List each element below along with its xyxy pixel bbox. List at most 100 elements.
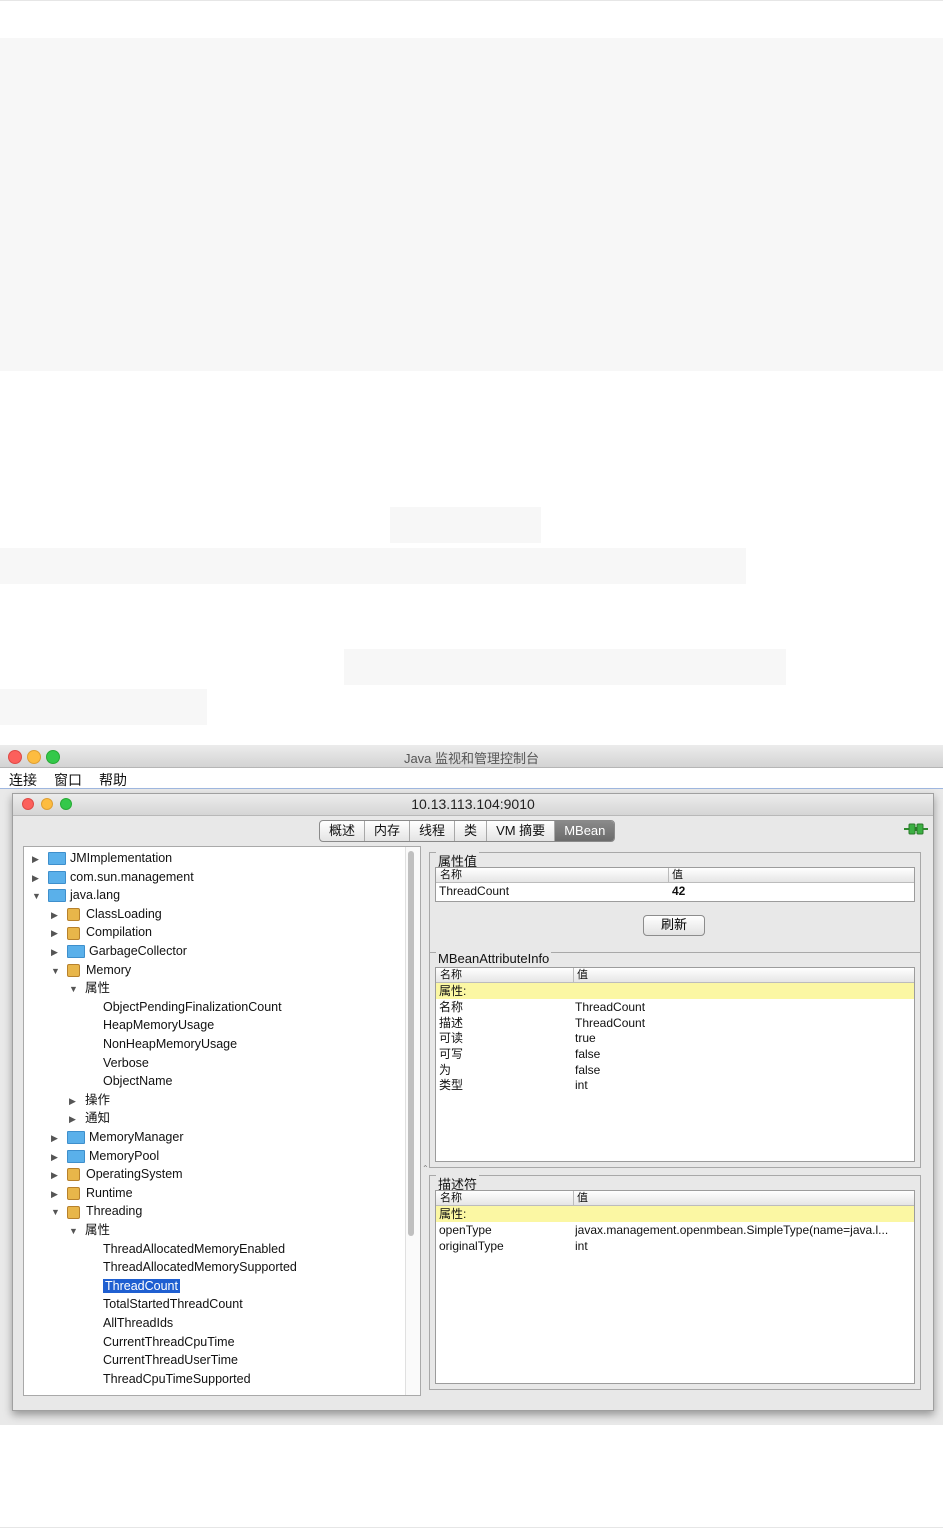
table-row[interactable]: 为 false xyxy=(436,1062,914,1078)
tree-node[interactable]: ▼ java.lang xyxy=(32,886,120,904)
expand-arrow-icon[interactable]: ▶ xyxy=(51,906,61,924)
table-row[interactable]: openType javax.management.openmbean.Simp… xyxy=(436,1222,914,1238)
table-row[interactable]: 可写 false xyxy=(436,1046,914,1062)
expand-arrow-icon[interactable]: ▶ xyxy=(51,924,61,942)
expand-arrow-icon[interactable]: ▶ xyxy=(51,1185,61,1203)
refresh-button[interactable]: 刷新 xyxy=(643,915,705,936)
tree-node[interactable]: ▼ Memory xyxy=(51,961,131,979)
tree-node-label: GarbageCollector xyxy=(89,944,187,958)
tree-node-label: Threading xyxy=(86,1204,143,1219)
info-name-cell: 可读 xyxy=(439,1031,464,1045)
tree-node[interactable]: ▼ Threading xyxy=(51,1202,142,1220)
content-placeholder-block xyxy=(0,38,943,371)
tab-threads[interactable]: 线程 xyxy=(410,821,456,841)
table-row[interactable]: ThreadCount 42 xyxy=(436,883,914,899)
tree-node[interactable]: ▼ 属性 xyxy=(69,1221,110,1239)
expand-arrow-icon[interactable]: ▶ xyxy=(51,1129,61,1147)
tree-node[interactable]: ▶ 通知 xyxy=(69,1109,110,1127)
tree-node-label: CurrentThreadUserTime xyxy=(103,1353,238,1368)
expand-arrow-icon[interactable]: ▶ xyxy=(32,850,42,868)
attr-value-cell[interactable]: 42 xyxy=(672,883,685,899)
expand-arrow-icon[interactable]: ▶ xyxy=(51,1148,61,1166)
collapse-arrow-icon[interactable]: ▼ xyxy=(32,887,42,905)
column-header-value[interactable]: 值 xyxy=(573,968,588,982)
collapse-arrow-icon[interactable]: ▼ xyxy=(69,980,79,998)
menu-help[interactable]: 帮助 xyxy=(99,770,127,790)
tree-node-label: NonHeapMemoryUsage xyxy=(103,1037,238,1051)
tree-node[interactable]: AllThreadIds xyxy=(103,1314,173,1332)
info-name-cell: 类型 xyxy=(439,1078,464,1092)
tree-node[interactable]: ▶ com.sun.management xyxy=(32,868,194,886)
tab-mbean[interactable]: MBean xyxy=(555,821,615,841)
tree-node[interactable]: ThreadAllocatedMemorySupported xyxy=(103,1258,297,1276)
column-header-name[interactable]: 名称 xyxy=(440,868,462,882)
tree-node[interactable]: ThreadAllocatedMemoryEnabled xyxy=(103,1240,285,1258)
expand-arrow-icon[interactable]: ▶ xyxy=(69,1092,79,1110)
tab-vm-summary[interactable]: VM 摘要 xyxy=(487,821,556,841)
expand-arrow-icon[interactable]: ▶ xyxy=(32,869,42,887)
tree-node[interactable]: ▶ JMImplementation xyxy=(32,849,172,867)
collapse-arrow-icon[interactable]: ▼ xyxy=(69,1222,79,1240)
tree-scrollbar-thumb[interactable] xyxy=(408,851,414,1236)
mbean-tree[interactable]: ▶ JMImplementation ▶ com.sun.management ▼ jav… xyxy=(23,846,421,1396)
column-header-value[interactable]: 值 xyxy=(668,868,683,882)
tree-node[interactable]: ▶ MemoryManager xyxy=(51,1128,183,1146)
descriptor-name-cell: originalType xyxy=(439,1239,504,1253)
column-header-value[interactable]: 值 xyxy=(573,1191,588,1205)
table-header: 名称 值 xyxy=(436,1191,914,1206)
section-label: 属性: xyxy=(439,984,467,998)
table-row[interactable]: 可读 true xyxy=(436,1030,914,1046)
info-value-cell: false xyxy=(575,1047,601,1061)
collapse-arrow-icon[interactable]: ▼ xyxy=(51,1203,61,1221)
tab-bar: 概述 内存 线程 类 VM 摘要 MBean xyxy=(319,820,616,842)
tree-node[interactable]: ThreadCpuTimeSupported xyxy=(103,1370,251,1388)
tab-classes[interactable]: 类 xyxy=(455,821,488,841)
tree-node[interactable]: ▶ OperatingSystem xyxy=(51,1165,183,1183)
table-row[interactable]: 名称 ThreadCount xyxy=(436,999,914,1015)
connection-plug-icon[interactable] xyxy=(904,822,928,836)
tree-node[interactable]: CurrentThreadUserTime xyxy=(103,1351,238,1369)
tree-node[interactable]: ThreadCount xyxy=(103,1277,180,1295)
tree-node[interactable]: ▶ Compilation xyxy=(51,923,152,941)
table-row[interactable]: 类型 int xyxy=(436,1077,914,1093)
tree-node[interactable]: ▶ ClassLoading xyxy=(51,905,162,923)
tree-node[interactable]: ▶ Runtime xyxy=(51,1184,133,1202)
tree-node-label: JMImplementation xyxy=(70,851,173,865)
jconsole-window: Java 监视和管理控制台 连接 窗口 帮助 10.13.113.104:901… xyxy=(0,745,943,1425)
tree-node[interactable]: HeapMemoryUsage xyxy=(103,1016,214,1034)
tree-node-label: ThreadCount xyxy=(103,1278,180,1293)
tree-node[interactable]: TotalStartedThreadCount xyxy=(103,1295,243,1313)
folder-icon xyxy=(67,945,85,959)
tree-node[interactable]: ▶ 操作 xyxy=(69,1091,110,1109)
connection-frame: 10.13.113.104:9010 概述 内存 线程 类 VM 摘要 MBea… xyxy=(12,793,934,1411)
tree-node[interactable]: NonHeapMemoryUsage xyxy=(103,1035,237,1053)
tree-node[interactable]: ObjectName xyxy=(103,1072,172,1090)
menu-connection[interactable]: 连接 xyxy=(9,770,37,790)
expand-arrow-icon[interactable]: ▶ xyxy=(69,1110,79,1128)
tree-node[interactable]: ▶ MemoryPool xyxy=(51,1147,159,1165)
tab-memory[interactable]: 内存 xyxy=(365,821,411,841)
info-name-cell: 可写 xyxy=(439,1047,464,1061)
title-bar: Java 监视和管理控制台 xyxy=(0,745,943,768)
column-header-name[interactable]: 名称 xyxy=(440,1191,462,1205)
tree-node-label: Verbose xyxy=(103,1055,149,1070)
section-row: 属性: xyxy=(436,983,914,999)
tab-overview[interactable]: 概述 xyxy=(320,821,366,841)
split-pane-divider[interactable] xyxy=(421,846,429,1394)
tree-node[interactable]: Verbose xyxy=(103,1054,149,1072)
table-row[interactable]: originalType int xyxy=(436,1238,914,1254)
tree-node[interactable]: ▶ GarbageCollector xyxy=(51,942,187,960)
expand-arrow-icon[interactable]: ▶ xyxy=(51,1166,61,1184)
tree-node[interactable]: ObjectPendingFinalizationCount xyxy=(103,998,282,1016)
tree-node[interactable]: ▼ 属性 xyxy=(69,979,110,997)
menu-window[interactable]: 窗口 xyxy=(54,770,82,790)
folder-icon xyxy=(48,870,66,884)
section-label: 属性: xyxy=(439,1207,467,1221)
collapse-arrow-icon[interactable]: ▼ xyxy=(51,962,61,980)
bean-icon xyxy=(67,1168,80,1182)
tree-node-label: Runtime xyxy=(86,1185,133,1200)
expand-arrow-icon[interactable]: ▶ xyxy=(51,943,61,961)
column-header-name[interactable]: 名称 xyxy=(440,968,462,982)
tree-node[interactable]: CurrentThreadCpuTime xyxy=(103,1333,235,1351)
table-row[interactable]: 描述 ThreadCount xyxy=(436,1015,914,1031)
